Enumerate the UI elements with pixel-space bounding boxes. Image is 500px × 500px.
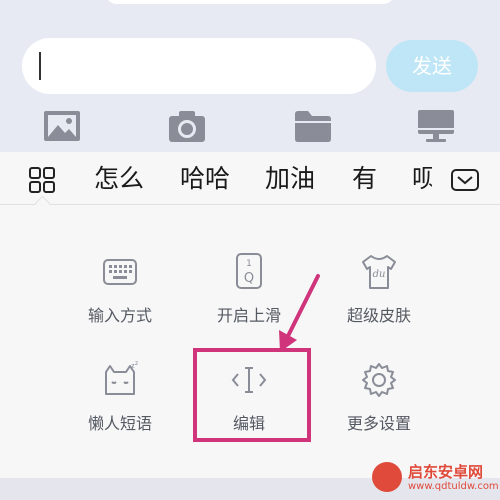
highlight-box <box>193 348 311 442</box>
watermark-url: www.qdtuldw.com <box>408 481 499 492</box>
tool-more-settings[interactable]: 更多设置 <box>324 360 434 460</box>
svg-text:1: 1 <box>246 259 252 269</box>
message-composer: 发送 <box>0 30 500 100</box>
svg-text:z: z <box>135 360 138 367</box>
tool-label: 更多设置 <box>346 414 411 433</box>
folder-icon <box>295 111 331 142</box>
image-icon <box>44 111 80 141</box>
tool-label: 输入方式 <box>87 306 152 325</box>
tool-label: 懒人短语 <box>87 414 152 433</box>
send-button[interactable]: 发送 <box>386 40 478 92</box>
grid-icon <box>29 167 55 193</box>
svg-text:du: du <box>373 269 386 280</box>
candidate-bar: 怎么 哈哈 加油 有 呗 <box>0 152 500 205</box>
tool-label: 超级皮肤 <box>346 306 411 325</box>
collapse-keyboard-button[interactable] <box>450 168 480 192</box>
candidate-word[interactable]: 哈哈 <box>180 162 230 196</box>
candidate-word[interactable]: 怎么 <box>94 162 144 196</box>
message-input[interactable] <box>22 38 376 94</box>
desktop-icon <box>418 110 454 142</box>
swipe-up-key-icon: 1 Q <box>236 253 262 289</box>
skin-shirt-icon: du <box>362 255 396 289</box>
tool-input-method[interactable]: 输入方式 <box>65 252 175 352</box>
lazy-cat-icon: z z <box>105 360 138 395</box>
desktop-button[interactable] <box>416 108 456 144</box>
candidate-word[interactable]: 呗 <box>412 162 432 196</box>
candidate-word[interactable]: 加油 <box>265 162 315 196</box>
toolbox-grid-button[interactable] <box>28 166 56 194</box>
keyboard-icon <box>103 259 137 285</box>
watermark: 启东安卓网 www.qdtuldw.com <box>368 458 500 500</box>
image-button[interactable] <box>42 108 82 144</box>
candidate-word[interactable]: 有 <box>352 162 377 196</box>
file-button[interactable] <box>293 108 333 144</box>
tool-lazy-phrases[interactable]: z z 懒人短语 <box>65 360 175 460</box>
previous-input-pill <box>105 0 395 4</box>
svg-text:Q: Q <box>244 271 254 286</box>
camera-button[interactable] <box>167 108 207 144</box>
attachment-bar <box>0 100 500 152</box>
watermark-logo-icon <box>372 462 402 492</box>
tool-super-skin[interactable]: du 超级皮肤 <box>324 252 434 352</box>
camera-icon <box>169 111 205 142</box>
gear-icon <box>362 363 396 397</box>
text-caret <box>39 52 41 80</box>
chevron-down-icon <box>451 169 479 191</box>
annotation-arrow-icon <box>279 274 320 352</box>
watermark-title: 启东安卓网 <box>408 463 484 481</box>
